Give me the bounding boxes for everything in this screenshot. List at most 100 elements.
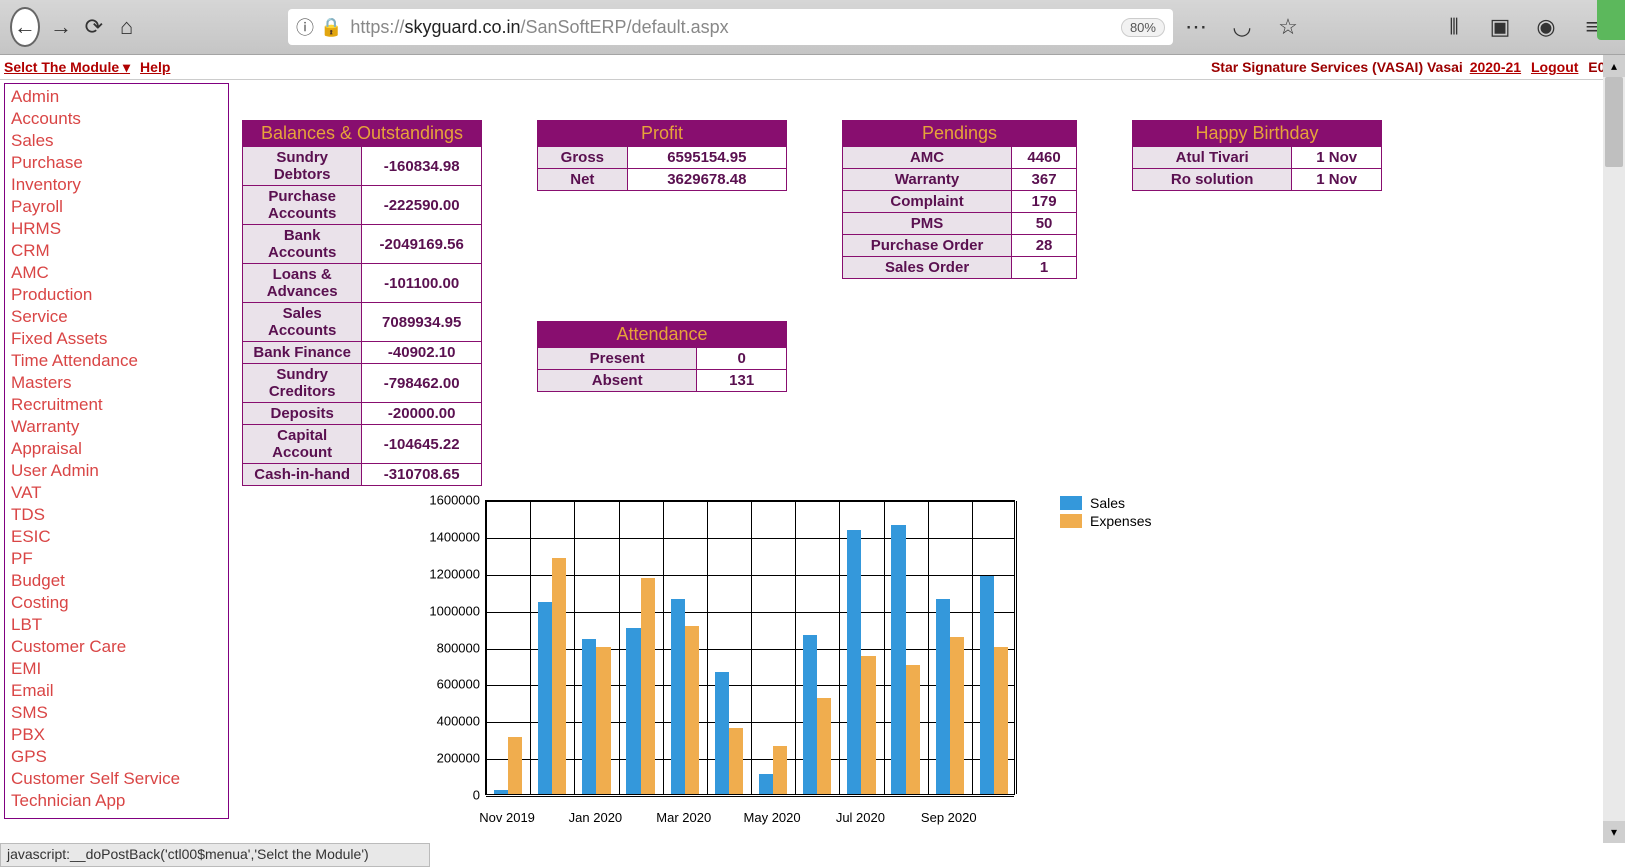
legend-swatch-icon [1060, 514, 1082, 528]
module-item[interactable]: Customer Care [11, 636, 222, 658]
table-row-label[interactable]: Purchase Accounts [243, 186, 362, 225]
module-item[interactable]: Production [11, 284, 222, 306]
module-item[interactable]: Budget [11, 570, 222, 592]
module-item[interactable]: Warranty [11, 416, 222, 438]
table-row-label[interactable]: Capital Account [243, 425, 362, 464]
scroll-up-icon[interactable]: ▴ [1603, 55, 1625, 77]
attendance-table: Attendance Present0Absent131 [537, 321, 787, 392]
module-item[interactable]: AMC [11, 262, 222, 284]
module-item[interactable]: TDS [11, 504, 222, 526]
table-row-label[interactable]: Sundry Debtors [243, 147, 362, 186]
legend-item: Sales [1060, 495, 1151, 511]
legend-label: Expenses [1090, 513, 1151, 529]
bar-sales [582, 639, 596, 794]
module-item[interactable]: Time Attendance [11, 350, 222, 372]
scroll-down-icon[interactable]: ▾ [1603, 821, 1625, 843]
table-row-label[interactable]: Warranty [843, 169, 1012, 191]
x-tick-label: Mar 2020 [656, 810, 711, 825]
table-row-label[interactable]: Purchase Order [843, 235, 1012, 257]
table-row-label[interactable]: Cash-in-hand [243, 464, 362, 486]
bar-sales [715, 672, 729, 794]
table-row-label[interactable]: Present [538, 348, 697, 370]
content-area: AdminAccountsSalesPurchaseInventoryPayro… [0, 80, 1625, 843]
module-item[interactable]: User Admin [11, 460, 222, 482]
table-row-label[interactable]: Deposits [243, 403, 362, 425]
module-item[interactable]: Customer Self Service [11, 768, 222, 790]
url-bar[interactable]: ⓘ 🔒 https://skyguard.co.in/SanSoftERP/de… [288, 9, 1173, 45]
forward-button[interactable]: → [50, 11, 73, 43]
bookmark-star-icon[interactable]: ☆ [1273, 12, 1303, 42]
scroll-thumb[interactable] [1605, 77, 1623, 167]
legend-label: Sales [1090, 495, 1125, 511]
table-row-label[interactable]: Gross [538, 147, 628, 169]
back-button[interactable]: ← [10, 7, 40, 47]
module-item[interactable]: Service [11, 306, 222, 328]
x-tick-label: Jan 2020 [569, 810, 623, 825]
table-row-label[interactable]: Complaint [843, 191, 1012, 213]
bar-expenses [685, 626, 699, 794]
library-icon[interactable]: ⫴ [1439, 12, 1469, 42]
table-row-label[interactable]: Sales Order [843, 257, 1012, 279]
bar-sales [803, 635, 817, 794]
extension-badge-icon[interactable] [1597, 0, 1625, 40]
module-item[interactable]: CRM [11, 240, 222, 262]
module-item[interactable]: PBX [11, 724, 222, 746]
zoom-badge[interactable]: 80% [1121, 18, 1165, 37]
module-item[interactable]: HRMS [11, 218, 222, 240]
table-row-value: -222590.00 [362, 186, 482, 225]
bar-expenses [773, 746, 787, 794]
module-item[interactable]: Technician App [11, 790, 222, 812]
y-tick-label: 0 [410, 788, 480, 803]
module-item[interactable]: Costing [11, 592, 222, 614]
module-item[interactable]: Email [11, 680, 222, 702]
module-item[interactable]: Fixed Assets [11, 328, 222, 350]
module-item[interactable]: SMS [11, 702, 222, 724]
module-item[interactable]: Masters [11, 372, 222, 394]
module-item[interactable]: ESIC [11, 526, 222, 548]
y-tick-label: 200000 [410, 751, 480, 766]
table-row-label[interactable]: AMC [843, 147, 1012, 169]
module-item[interactable]: VAT [11, 482, 222, 504]
table-row-label[interactable]: Bank Accounts [243, 225, 362, 264]
select-module-link[interactable]: Selct The Module ▾ [4, 59, 130, 76]
table-row-label[interactable]: Net [538, 169, 628, 191]
account-icon[interactable]: ◉ [1531, 12, 1561, 42]
more-icon[interactable]: ⋯ [1181, 12, 1211, 42]
help-link[interactable]: Help [140, 59, 170, 75]
table-row-label[interactable]: Bank Finance [243, 342, 362, 364]
module-item[interactable]: Sales [11, 130, 222, 152]
home-button[interactable]: ⌂ [115, 11, 138, 43]
x-tick-label: Nov 2019 [479, 810, 535, 825]
balances-title: Balances & Outstandings [243, 121, 482, 147]
module-item[interactable]: PF [11, 548, 222, 570]
y-tick-label: 1000000 [410, 603, 480, 618]
logout-link[interactable]: Logout [1531, 59, 1578, 75]
vertical-scrollbar[interactable]: ▴ ▾ [1603, 55, 1625, 843]
module-item[interactable]: Accounts [11, 108, 222, 130]
info-icon[interactable]: ⓘ [296, 14, 314, 40]
module-item[interactable]: Inventory [11, 174, 222, 196]
table-row-label[interactable]: Atul Tivari [1133, 147, 1292, 169]
module-item[interactable]: Admin [11, 86, 222, 108]
table-row-value: 7089934.95 [362, 303, 482, 342]
table-row-label[interactable]: Sundry Creditors [243, 364, 362, 403]
pocket-icon[interactable]: ◡ [1227, 12, 1257, 42]
x-tick-label: May 2020 [744, 810, 801, 825]
module-item[interactable]: GPS [11, 746, 222, 768]
module-item[interactable]: LBT [11, 614, 222, 636]
sidebar-icon[interactable]: ▣ [1485, 12, 1515, 42]
module-item[interactable]: Appraisal [11, 438, 222, 460]
y-tick-label: 600000 [410, 677, 480, 692]
module-item[interactable]: Recruitment [11, 394, 222, 416]
app-header: Selct The Module ▾ Help Star Signature S… [0, 55, 1625, 80]
table-row-label[interactable]: Ro solution [1133, 169, 1292, 191]
module-item[interactable]: Purchase [11, 152, 222, 174]
table-row-label[interactable]: Absent [538, 370, 697, 392]
table-row-label[interactable]: PMS [843, 213, 1012, 235]
module-item[interactable]: Payroll [11, 196, 222, 218]
module-item[interactable]: EMI [11, 658, 222, 680]
table-row-label[interactable]: Sales Accounts [243, 303, 362, 342]
table-row-label[interactable]: Loans & Advances [243, 264, 362, 303]
fy-link[interactable]: 2020-21 [1470, 59, 1521, 75]
reload-button[interactable]: ⟳ [82, 11, 105, 43]
